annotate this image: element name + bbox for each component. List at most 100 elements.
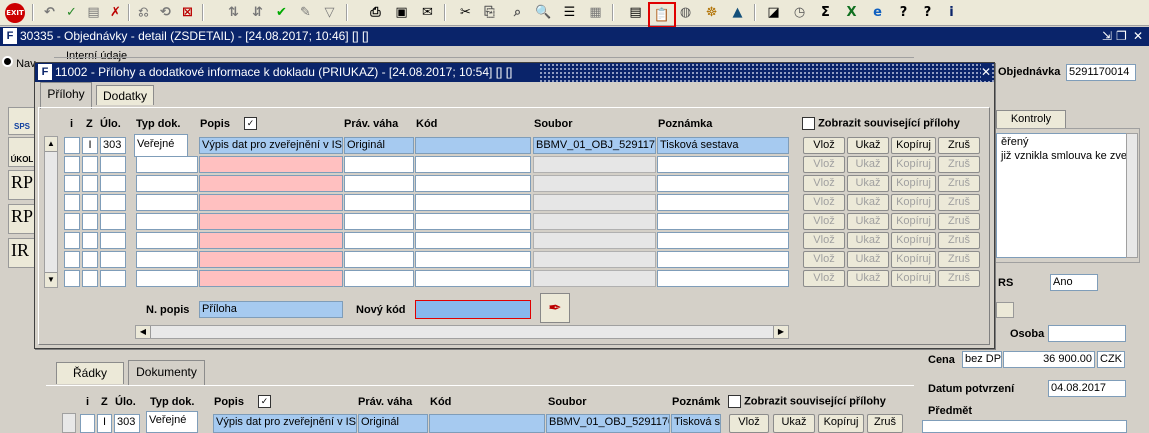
wrench-icon[interactable]: ✎: [296, 3, 315, 22]
bottom-row-soubor[interactable]: BBMV_01_OBJ_5291170: [546, 414, 670, 433]
vloz-button-disabled[interactable]: Vlož: [803, 156, 845, 173]
exit-icon[interactable]: EXIT: [4, 2, 26, 23]
help-icon[interactable]: ?: [918, 3, 937, 22]
row-prav-field[interactable]: [344, 175, 414, 192]
kontroly-scrollbar[interactable]: [1126, 133, 1138, 258]
scroll-down-icon[interactable]: ▼: [45, 272, 57, 287]
bottom-popis-checkbox[interactable]: ✓: [258, 395, 271, 408]
ukaz-button-disabled[interactable]: Ukaž: [847, 251, 889, 268]
tab-dokumenty[interactable]: Dokumenty: [128, 360, 205, 386]
clock-icon[interactable]: ◷: [790, 3, 809, 22]
ukaz-button-disabled[interactable]: Ukaž: [847, 270, 889, 287]
kopiruj-button-disabled[interactable]: Kopíruj: [891, 232, 936, 249]
save-icon[interactable]: ✓: [62, 3, 81, 22]
tab-prilohy[interactable]: Přílohy: [40, 82, 92, 109]
sort-asc-icon[interactable]: ⇅: [224, 3, 243, 22]
row-kod-field[interactable]: [415, 270, 531, 287]
row-soubor-field[interactable]: [533, 194, 656, 211]
bottom-row-poznamka[interactable]: Tisková s: [671, 414, 721, 433]
cena-value-field[interactable]: 36 900.00: [1003, 351, 1095, 368]
row-z-field[interactable]: I: [82, 137, 98, 154]
zrus-button-disabled[interactable]: Zruš: [938, 213, 980, 230]
chart-icon[interactable]: ◪: [764, 3, 783, 22]
tab-kontroly[interactable]: Kontroly: [996, 110, 1066, 128]
row-i-field[interactable]: [64, 194, 80, 211]
window-maximize-icon[interactable]: ❐: [1116, 27, 1127, 45]
mountain-icon[interactable]: ▲: [728, 3, 747, 22]
small-tab[interactable]: [996, 302, 1014, 318]
info-icon[interactable]: i: [942, 3, 961, 22]
row-kod-field[interactable]: [415, 251, 531, 268]
row-typ-field[interactable]: [136, 270, 198, 287]
zoom-icon[interactable]: ⌕: [508, 3, 527, 22]
row-z-field[interactable]: [82, 156, 98, 173]
row-soubor-field[interactable]: [533, 270, 656, 287]
row-poznamka-field[interactable]: [657, 232, 789, 249]
rp-button-2[interactable]: RP: [8, 204, 36, 234]
row-ulo-field[interactable]: [100, 175, 126, 192]
kopiruj-button-disabled[interactable]: Kopíruj: [891, 175, 936, 192]
row-ulo-field[interactable]: [100, 213, 126, 230]
popis-checkbox[interactable]: ✓: [244, 117, 257, 130]
refresh-icon[interactable]: ⟲: [156, 3, 175, 22]
paste-icon[interactable]: ⎘: [480, 3, 499, 22]
undo-icon[interactable]: ⎌: [134, 3, 153, 22]
row-typ-field[interactable]: [136, 251, 198, 268]
row-typ-field[interactable]: [136, 175, 198, 192]
novy-kod-field[interactable]: [415, 300, 531, 319]
cena-dph-field[interactable]: bez DPH: [962, 351, 1002, 368]
mail-icon[interactable]: ✉: [418, 3, 437, 22]
horizontal-scrollbar[interactable]: ◀ ▶: [135, 325, 789, 339]
kopiruj-button-disabled[interactable]: Kopíruj: [891, 270, 936, 287]
bottom-kopiruj-button[interactable]: Kopíruj: [818, 414, 864, 433]
row-popis-field[interactable]: [199, 156, 343, 173]
zrus-button-disabled[interactable]: Zruš: [938, 232, 980, 249]
ukaz-button-disabled[interactable]: Ukaž: [847, 156, 889, 173]
row-i-field[interactable]: [64, 156, 80, 173]
delete-record-icon[interactable]: ✗: [106, 3, 125, 22]
row-prav-field[interactable]: [344, 194, 414, 211]
list-icon[interactable]: ☰: [560, 3, 579, 22]
vloz-button-disabled[interactable]: Vlož: [803, 232, 845, 249]
zrus-button-disabled[interactable]: Zruš: [938, 175, 980, 192]
row-i-field[interactable]: [64, 270, 80, 287]
excel-icon[interactable]: X: [842, 3, 861, 22]
help-cursor-icon[interactable]: ?: [894, 3, 913, 22]
attachments-icon[interactable]: 📋: [648, 2, 676, 28]
vloz-button-disabled[interactable]: Vlož: [803, 213, 845, 230]
ukaz-button-disabled[interactable]: Ukaž: [847, 213, 889, 230]
bottom-scroll-up[interactable]: [62, 413, 76, 433]
zrus-button-disabled[interactable]: Zruš: [938, 251, 980, 268]
attach-file-icon[interactable]: ✒: [540, 293, 570, 323]
row-z-field[interactable]: [82, 251, 98, 268]
row-kod-field[interactable]: [415, 175, 531, 192]
browser-icon[interactable]: e: [868, 3, 887, 22]
show-related-checkbox[interactable]: Zobrazit související přílohy: [802, 117, 960, 130]
row-prav-field[interactable]: [344, 270, 414, 287]
kopiruj-button-disabled[interactable]: Kopíruj: [891, 194, 936, 211]
row-soubor-field[interactable]: [533, 213, 656, 230]
row-popis-field[interactable]: [199, 270, 343, 287]
vloz-button-disabled[interactable]: Vlož: [803, 194, 845, 211]
row-kod-field[interactable]: [415, 194, 531, 211]
sps-button[interactable]: SPS: [8, 107, 36, 135]
ir-button[interactable]: IR: [8, 238, 36, 268]
row-ulo-field[interactable]: [100, 232, 126, 249]
row-z-field[interactable]: [82, 213, 98, 230]
settings-icon[interactable]: ☸: [702, 3, 721, 22]
window-close-icon[interactable]: ✕: [1133, 27, 1143, 45]
row-kod-field[interactable]: [415, 213, 531, 230]
tab-radky[interactable]: Řádky: [56, 362, 124, 384]
ukaz-button[interactable]: Ukaž: [847, 137, 889, 154]
bottom-vloz-button[interactable]: Vlož: [729, 414, 769, 433]
row-popis-field[interactable]: [199, 213, 343, 230]
bottom-ukaz-button[interactable]: Ukaž: [773, 414, 815, 433]
row-popis-field[interactable]: [199, 175, 343, 192]
bottom-row-ulo[interactable]: 303: [114, 414, 140, 433]
row-popis-field[interactable]: [199, 194, 343, 211]
row-popis-field[interactable]: [199, 251, 343, 268]
tab-dodatky[interactable]: Dodatky: [96, 85, 154, 105]
row-ulo-field[interactable]: [100, 156, 126, 173]
row-popis-field[interactable]: Výpis dat pro zveřejnění v IS: [199, 137, 343, 154]
n-popis-field[interactable]: Příloha: [199, 301, 343, 318]
